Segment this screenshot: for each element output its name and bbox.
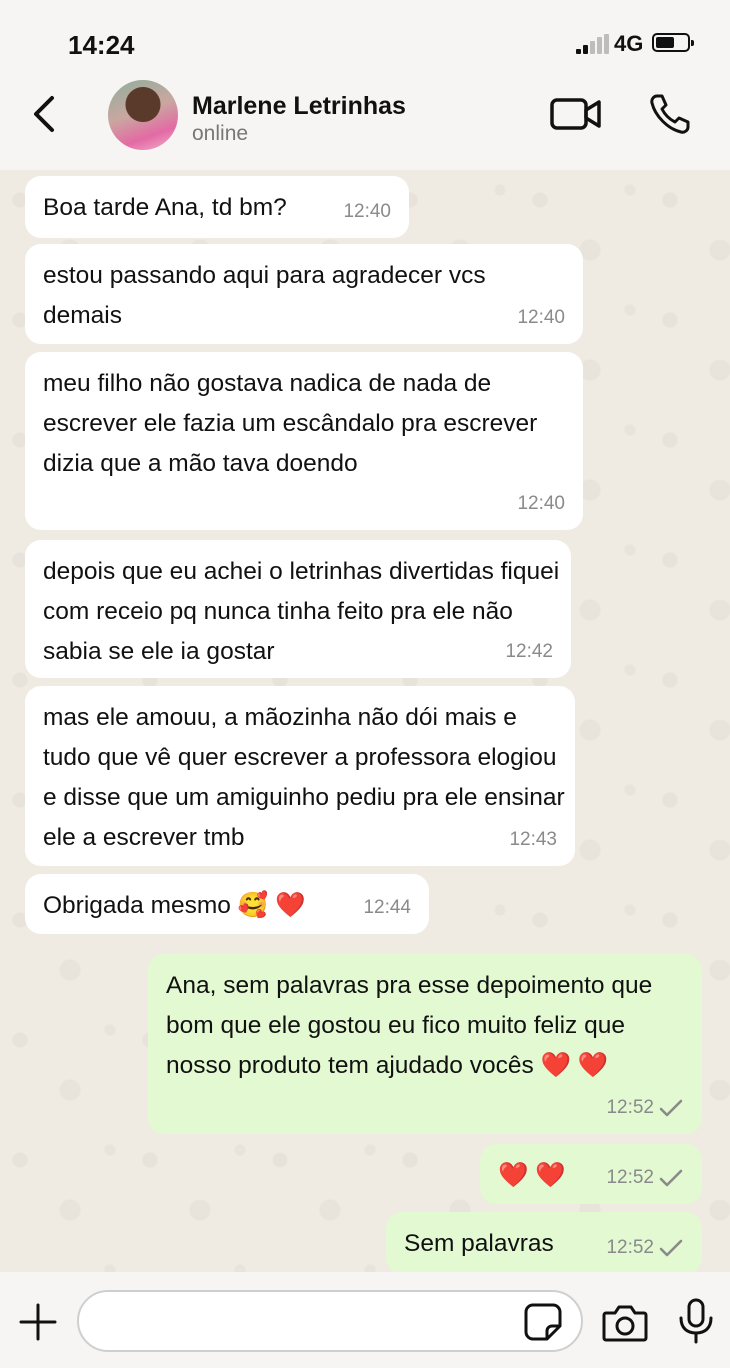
message-bubble-outgoing[interactable]: Sem palavras 12:52 — [386, 1212, 702, 1272]
camera-icon[interactable] — [602, 1304, 648, 1342]
message-text: estou passando aqui para agradecer vcs d… — [43, 262, 493, 329]
message-text: Boa tarde Ana, td bm? — [43, 194, 287, 221]
message-text: depois que eu achei o letrinhas divertid… — [43, 558, 567, 665]
contact-name[interactable]: Marlene Letrinhas — [192, 92, 406, 121]
plus-icon[interactable] — [18, 1302, 58, 1342]
message-bubble-incoming[interactable]: estou passando aqui para agradecer vcs d… — [25, 244, 583, 344]
network-type: 4G — [614, 31, 644, 56]
status-time: 14:24 — [68, 30, 135, 60]
message-time: 12:42 — [505, 641, 553, 662]
battery-icon — [652, 33, 694, 52]
contact-status: online — [192, 122, 249, 145]
message-time: 12:40 — [517, 493, 565, 514]
message-text: Obrigada mesmo 🥰 ❤️ — [43, 892, 306, 919]
chat-area[interactable]: Boa tarde Ana, td bm? 12:40 estou passan… — [0, 170, 730, 1272]
sent-check-icon — [659, 1239, 683, 1257]
message-text: Ana, sem palavras pra esse depoimento qu… — [166, 972, 660, 1079]
microphone-icon[interactable] — [676, 1298, 716, 1344]
signal-strength-icon — [576, 34, 610, 54]
message-time: 12:52 — [606, 1088, 684, 1128]
message-time: 12:40 — [343, 201, 391, 222]
message-time: 12:44 — [363, 897, 411, 918]
message-text: Sem palavras — [404, 1230, 554, 1257]
message-time: 12:52 — [606, 1228, 684, 1268]
sent-check-icon — [659, 1099, 683, 1117]
sent-check-icon — [659, 1169, 683, 1187]
message-time: 12:52 — [606, 1158, 684, 1198]
chat-header: Marlene Letrinhas online — [0, 80, 730, 170]
message-time: 12:43 — [509, 829, 557, 850]
chevron-left-icon[interactable] — [24, 92, 68, 136]
message-composer — [0, 1272, 730, 1368]
message-text: mas ele amouu, a mãozinha não dói mais e… — [43, 704, 572, 851]
message-bubble-incoming[interactable]: Obrigada mesmo 🥰 ❤️ 12:44 — [25, 874, 429, 934]
phone-call-icon[interactable] — [648, 92, 692, 136]
message-bubble-incoming[interactable]: depois que eu achei o letrinhas divertid… — [25, 540, 571, 678]
message-text: ❤️ ❤️ — [498, 1162, 566, 1189]
sticker-icon[interactable] — [523, 1302, 563, 1342]
message-bubble-incoming[interactable]: Boa tarde Ana, td bm? 12:40 — [25, 176, 409, 238]
video-call-icon[interactable] — [550, 96, 602, 132]
message-input[interactable] — [77, 1290, 583, 1352]
message-bubble-incoming[interactable]: mas ele amouu, a mãozinha não dói mais e… — [25, 686, 575, 866]
message-text: meu filho não gostava nadica de nada de … — [43, 370, 545, 477]
message-bubble-incoming[interactable]: meu filho não gostava nadica de nada de … — [25, 352, 583, 530]
message-time: 12:40 — [517, 307, 565, 328]
status-bar: 14:24 4G — [0, 0, 730, 84]
avatar[interactable] — [108, 80, 178, 150]
message-bubble-outgoing[interactable]: ❤️ ❤️ 12:52 — [480, 1144, 702, 1204]
message-bubble-outgoing[interactable]: Ana, sem palavras pra esse depoimento qu… — [148, 954, 702, 1134]
